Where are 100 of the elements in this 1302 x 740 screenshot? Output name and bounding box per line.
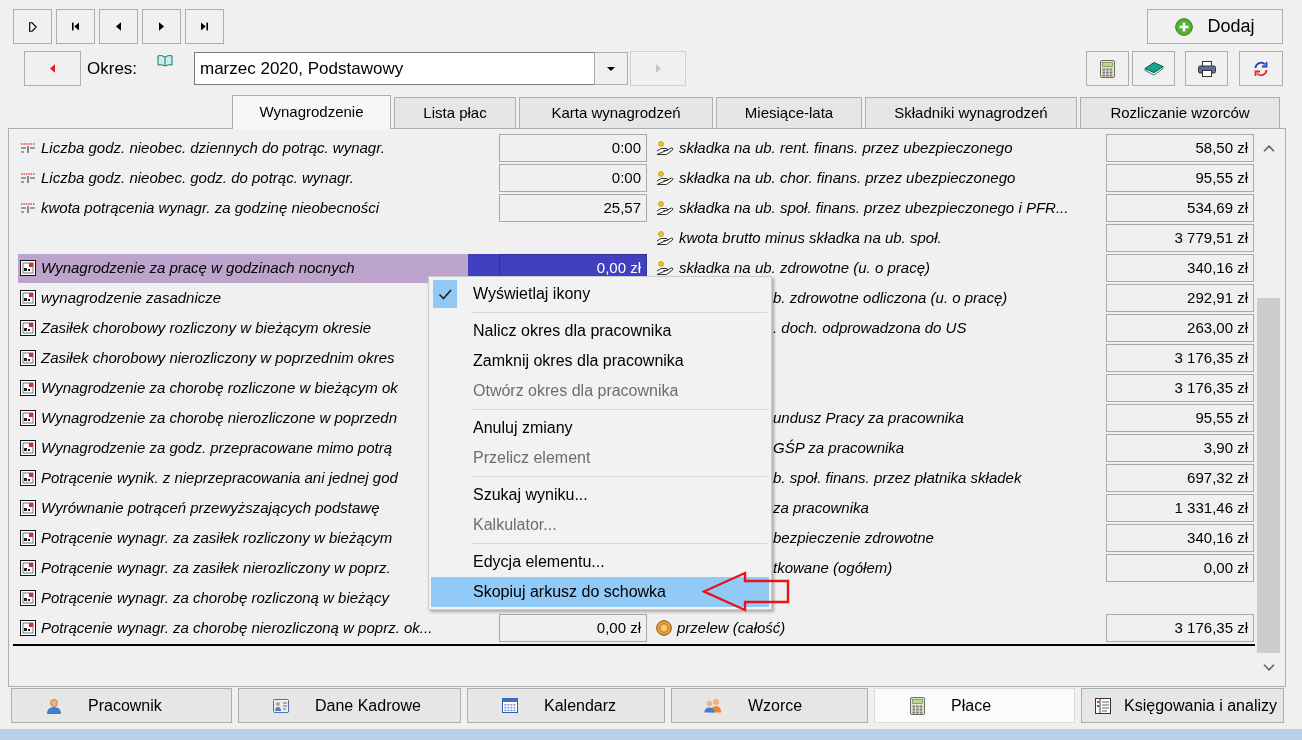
tab[interactable]: Lista płac (394, 97, 516, 128)
row-label: Zasiłek chorobowy nierozliczony w poprzednim okres (41, 347, 395, 368)
value-field[interactable]: 340,16 zł (1106, 524, 1254, 552)
list-row[interactable]: Wynagrodzenie za godz. przepracowane mimo potrą (18, 433, 394, 463)
row-label: Potrącenie wynagr. za chorobę rozliczoną w bieżący (41, 587, 389, 608)
value-field[interactable]: 0:00 (499, 164, 647, 192)
value-field[interactable]: 697,32 zł (1106, 464, 1254, 492)
row-label: b. zdrowotne odliczona (u. o pracę) (773, 287, 1008, 308)
list-row[interactable]: Potrącenie wynagr. za zasiłek nierozliczony w poprz. (18, 553, 393, 583)
menu-item[interactable]: Skopiuj arkusz do schowka (431, 577, 769, 607)
row-label: Liczba godz. nieobec. godz. do potrąc. wynagr. (41, 167, 354, 188)
value-field[interactable]: 3 176,35 zł (1106, 614, 1254, 642)
list-row[interactable]: Wyrównanie potrąceń przewyższających podstawę (18, 493, 382, 523)
row-label: Zasiłek chorobowy rozliczony w bieżącym okresie (41, 317, 372, 338)
bottom-tab[interactable]: Pracownik (11, 688, 232, 723)
new-record-button[interactable] (13, 9, 52, 44)
list-row[interactable]: kwota potrącenia wynagr. za godzinę nieobecności 25,57 (18, 193, 647, 223)
row-label: składka na ub. zdrowotne (u. o pracę) (679, 257, 930, 278)
period-field[interactable]: marzec 2020, Podstawowy (194, 52, 595, 85)
value-field[interactable]: 58,50 zł (1106, 134, 1254, 162)
list-row[interactable]: Potrącenie wynagr. za chorobę rozliczoną w bieżący (18, 583, 391, 613)
calendar-icon (502, 698, 518, 713)
list-row[interactable]: Liczba godz. nieobec. dziennych do potrąc. wynagr. 0:00 (18, 133, 647, 163)
list-row[interactable]: Wynagrodzenie za pracę w godzinach nocnych 0,00 zł (18, 253, 647, 283)
bottom-tab[interactable]: Płace (874, 688, 1075, 723)
menu-item[interactable]: Anuluj zmiany (431, 413, 769, 443)
tab[interactable]: Miesiące-lata (716, 97, 862, 128)
value-field[interactable]: 534,69 zł (1106, 194, 1254, 222)
skip-back-icon (72, 22, 79, 31)
value-field[interactable]: 3 779,51 zł (1106, 224, 1254, 252)
bottom-tab[interactable]: Kalendarz (467, 688, 665, 723)
row-label: Wynagrodzenie za chorobę rozliczone w bieżącym ok (41, 377, 398, 398)
value-field[interactable]: 292,91 zł (1106, 284, 1254, 312)
scrollbar-thumb[interactable] (1257, 298, 1280, 653)
open-book-icon (157, 54, 173, 67)
list-lines-icon (20, 172, 36, 184)
bottom-tab[interactable]: Księgowania i analizy (1081, 688, 1284, 723)
plus-circle-icon (1175, 17, 1194, 36)
list-row[interactable]: Liczba godz. nieobec. godz. do potrąc. wynagr. 0:00 (18, 163, 647, 193)
value-field[interactable]: 95,55 zł (1106, 404, 1254, 432)
calculator-button[interactable] (1086, 51, 1129, 86)
menu-item[interactable]: Nalicz okres dla pracownika (431, 316, 769, 346)
tab[interactable]: Rozliczanie wzorców (1080, 97, 1280, 128)
value-field[interactable]: 95,55 zł (1106, 164, 1254, 192)
value-field[interactable]: 3 176,35 zł (1106, 374, 1254, 402)
first-record-button[interactable] (56, 9, 95, 44)
tab[interactable]: Karta wynagrodzeń (519, 97, 713, 128)
last-record-button[interactable] (185, 9, 224, 44)
list-row[interactable]: Potrącenie wynik. z nieprzepracowania ani jednej god (18, 463, 400, 493)
previous-period-button[interactable] (24, 51, 81, 86)
value-field[interactable]: 263,00 zł (1106, 314, 1254, 342)
chevron-up-icon (1262, 144, 1275, 152)
book-button[interactable] (1132, 51, 1175, 86)
row-label: składka na ub. społ. finans. przez ubezpieczonego i PFR... (679, 197, 1069, 218)
print-button[interactable] (1185, 51, 1228, 86)
row-label: Potrącenie wynagr. za zasiłek nierozliczony w poprz. (41, 557, 391, 578)
triangle-left-icon (50, 64, 55, 73)
row-label: za pracownika (773, 497, 869, 518)
value-field[interactable]: 3,90 zł (1106, 434, 1254, 462)
menu-item[interactable]: Edycja elementu... (431, 547, 769, 577)
row-label: kwota potrącenia wynagr. za godzinę nieobecności (41, 197, 379, 218)
add-button[interactable]: Dodaj (1147, 9, 1283, 44)
triangle-left-icon (116, 22, 121, 31)
list-row[interactable]: Wynagrodzenie za chorobę rozliczone w bieżącym ok (18, 373, 400, 403)
list-row[interactable]: Wynagrodzenie za chorobę nierozliczone w poprzedn (18, 403, 400, 433)
chevron-down-icon (1262, 664, 1275, 671)
value-field[interactable]: 340,16 zł (1106, 254, 1254, 282)
bottom-tab[interactable]: Wzorce (671, 688, 868, 723)
value-field[interactable]: 3 176,35 zł (1106, 344, 1254, 372)
menu-item[interactable]: Zamknij okres dla pracownika (431, 346, 769, 376)
list-row[interactable]: Zasiłek chorobowy nierozliczony w poprzednim okres (18, 343, 397, 373)
tab[interactable]: Wynagrodzenie (232, 95, 391, 129)
bottom-tab[interactable]: Dane Kadrowe (238, 688, 461, 723)
value-field[interactable]: 1 331,46 zł (1106, 494, 1254, 522)
menu-item[interactable]: Szukaj wyniku... (431, 480, 769, 510)
row-label: . doch. odprowadzona do US (773, 317, 967, 338)
row-label: tkowane (ogółem) (773, 557, 893, 578)
list-row[interactable]: Zasiłek chorobowy rozliczony w bieżącym okresie (18, 313, 374, 343)
list-row[interactable]: wynagrodzenie zasadnicze (18, 283, 224, 313)
list-lines-icon (20, 142, 36, 154)
list-row[interactable]: Potrącenie wynagr. za chorobę nierozliczoną w poprz. ok... 0,00 zł (18, 613, 647, 643)
row-label: Potrącenie wynagr. za zasiłek rozliczony w bieżącym (41, 527, 393, 548)
triangle-right-icon (159, 22, 164, 31)
triangle-right-icon (655, 64, 661, 73)
tab[interactable]: Składniki wynagrodzeń (865, 97, 1077, 128)
value-field[interactable]: 0,00 zł (499, 614, 647, 642)
dropdown-button[interactable] (594, 52, 628, 85)
value-field[interactable]: 0:00 (499, 134, 647, 162)
skip-forward-icon (201, 22, 208, 31)
previous-record-button[interactable] (99, 9, 138, 44)
caret-down-icon (607, 66, 615, 71)
next-record-button[interactable] (142, 9, 181, 44)
list-row[interactable]: Potrącenie wynagr. za zasiłek rozliczony w bieżącym (18, 523, 395, 553)
refresh-button[interactable] (1239, 51, 1283, 86)
sheet-grid-icon (20, 380, 36, 396)
value-field[interactable]: 25,57 (499, 194, 647, 222)
ledger-icon (1094, 697, 1111, 714)
row-label: Potrącenie wynagr. za chorobę nierozliczoną w poprz. ok... (41, 617, 433, 638)
value-field[interactable]: 0,00 zł (1106, 554, 1254, 582)
sheet-grid-icon (20, 470, 36, 486)
